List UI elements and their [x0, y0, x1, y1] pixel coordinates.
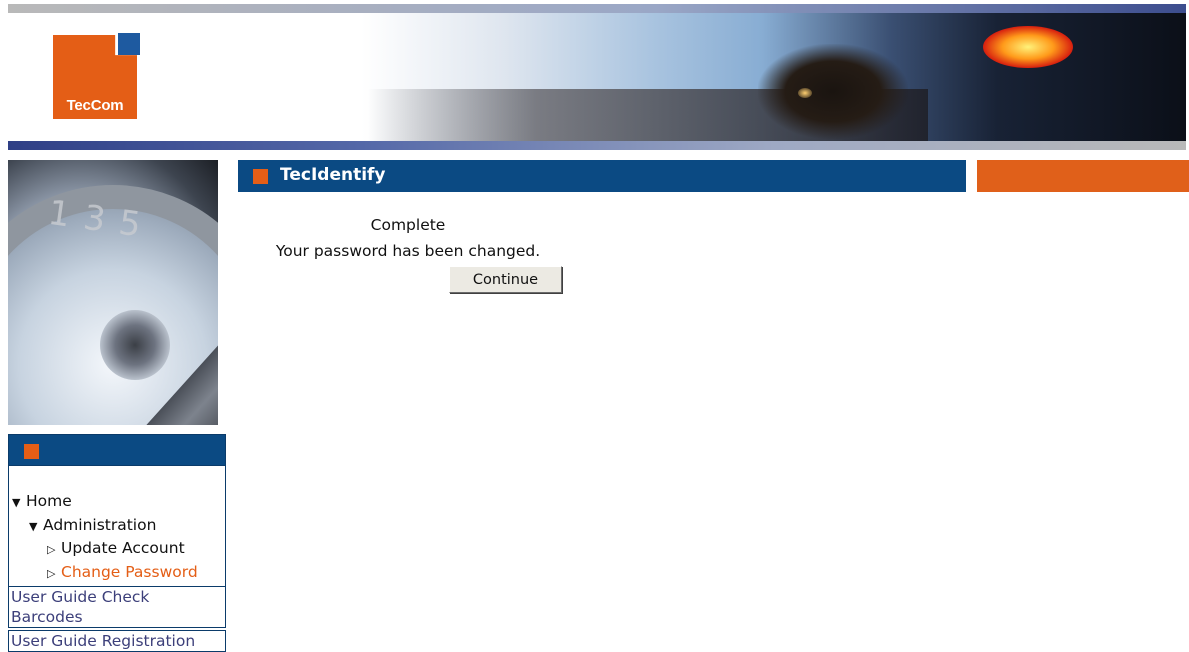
- banner-top-strip: [8, 4, 1186, 13]
- nav-item-label[interactable]: Home: [26, 492, 72, 510]
- banner-tail-light: [983, 26, 1073, 68]
- nav-item-label[interactable]: Update Account: [61, 539, 185, 557]
- nav-item-update-account[interactable]: ▷ Update Account: [9, 537, 225, 561]
- gear-boot: [100, 310, 170, 380]
- link-user-guide-check-barcodes[interactable]: User Guide Check Barcodes: [8, 586, 226, 628]
- title-bar: TecIdentify: [238, 160, 966, 192]
- triangle-right-outline-icon: ▷: [47, 543, 56, 556]
- triangle-down-icon[interactable]: ▼: [12, 491, 26, 514]
- nav-item-home[interactable]: ▼ Home: [9, 490, 225, 514]
- teccom-logo: TecCom: [53, 33, 140, 119]
- status-panel: Complete Your password has been changed.…: [238, 212, 578, 293]
- nav-tree: ▼ Home ▼ Administration ▷ Update Account ▷ C…: [8, 466, 226, 586]
- triangle-right-outline-icon: ▷: [47, 566, 56, 580]
- link-user-guide-registration[interactable]: User Guide Registration: [8, 630, 226, 652]
- continue-button[interactable]: Continue: [449, 266, 562, 293]
- logo-blue-square: [118, 33, 140, 55]
- status-heading: Complete: [370, 216, 446, 234]
- nav-header: [8, 434, 226, 466]
- navigation-panel: ▼ Home ▼ Administration ▷ Update Account ▷ C…: [8, 434, 226, 652]
- header-banner: [8, 4, 1186, 150]
- nav-item-label[interactable]: Administration: [43, 516, 156, 534]
- accent-bar: [977, 160, 1189, 192]
- nav-item-administration[interactable]: ▼ Administration: [9, 514, 225, 538]
- square-bullet-icon: [253, 169, 268, 184]
- nav-item-label[interactable]: Change Password: [61, 563, 198, 581]
- page-title: TecIdentify: [280, 165, 386, 185]
- triangle-down-icon[interactable]: ▼: [29, 515, 43, 538]
- nav-item-change-password[interactable]: ▷ Change Password: [9, 561, 225, 585]
- status-message: Your password has been changed.: [275, 242, 541, 260]
- banner-glow: [798, 88, 812, 98]
- side-photo-gear-shift: 135: [8, 160, 218, 425]
- square-bullet-icon: [24, 444, 39, 459]
- banner-figure: [758, 44, 908, 139]
- banner-bottom-strip: [8, 141, 1186, 150]
- logo-text: TecCom: [66, 97, 124, 114]
